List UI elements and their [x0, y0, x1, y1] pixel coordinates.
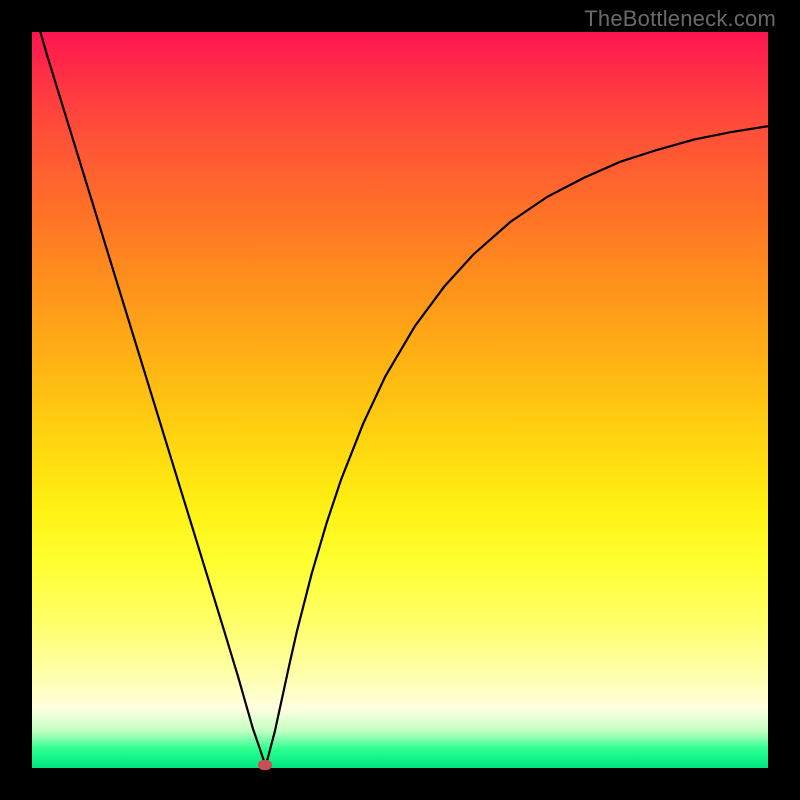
optimal-point-marker [258, 760, 272, 770]
bottleneck-curve [32, 32, 768, 768]
chart-frame: TheBottleneck.com [0, 0, 800, 800]
plot-area [32, 32, 768, 768]
watermark-text: TheBottleneck.com [584, 6, 776, 32]
